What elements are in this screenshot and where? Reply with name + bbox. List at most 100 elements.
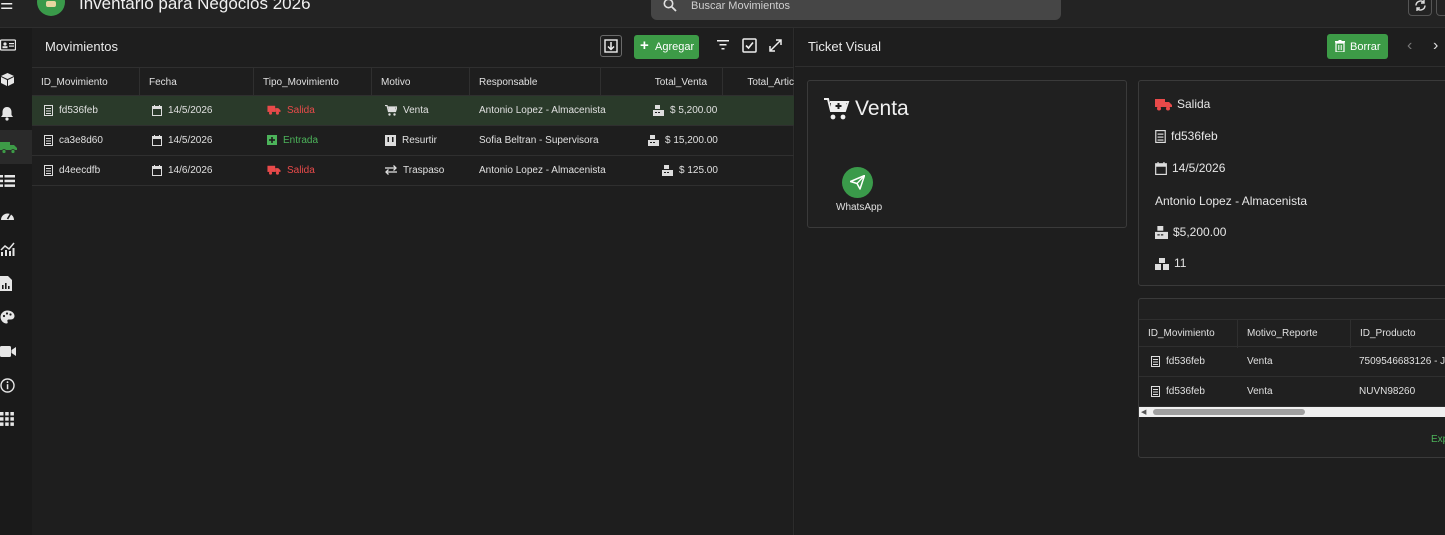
sidebar-item-contacts[interactable]: [0, 28, 32, 62]
cell-id: ca3e8d60: [59, 135, 103, 146]
refresh-button[interactable]: [1408, 0, 1432, 16]
panel-title: Movimientos: [45, 39, 118, 54]
sidebar-item-products[interactable]: [0, 62, 32, 96]
cell-responsable: Antonio Lopez - Almacenista: [479, 105, 606, 116]
chevron-left-icon[interactable]: ‹: [1407, 37, 1412, 55]
sidebar-item-apps[interactable]: [0, 402, 32, 436]
cell-motivo: Resurtir: [402, 135, 438, 146]
info-fecha: 14/5/2026: [1172, 161, 1226, 175]
chevron-right-icon[interactable]: ›: [1433, 37, 1438, 55]
plus-square-icon: [267, 135, 277, 146]
table-row[interactable]: ca3e8d60 14/5/2026 Entrada Resurtir Sofi…: [32, 126, 794, 156]
boxes-icon: [1155, 257, 1169, 270]
top-bar: ☰ Inventario para Negocios 2026 Buscar M…: [0, 0, 1445, 28]
delete-label: Borrar: [1350, 41, 1381, 53]
sidebar-item-analytics[interactable]: [0, 232, 32, 266]
cell-motivo: Venta: [1247, 356, 1273, 367]
cell-fecha: 14/6/2026: [168, 165, 213, 176]
box-icon: [1, 72, 14, 86]
document-icon: [44, 164, 53, 176]
send-icon: [850, 175, 865, 190]
column-header[interactable]: Fecha: [140, 68, 254, 97]
cell-tipo: Salida: [287, 105, 315, 116]
info-tipo: Salida: [1177, 97, 1211, 111]
whatsapp-button[interactable]: [842, 167, 873, 198]
calendar-icon: [152, 134, 162, 146]
column-header[interactable]: ID_Movimiento: [32, 68, 140, 97]
table-row[interactable]: d4eecdfb 14/6/2026 Salida Traspaso Anton…: [32, 156, 794, 186]
venta-title: Venta: [855, 97, 909, 120]
select-all-icon[interactable]: [742, 38, 757, 53]
sidebar-item-info[interactable]: [0, 368, 32, 402]
column-header[interactable]: Responsable: [470, 68, 601, 97]
info-articulos: 11: [1174, 256, 1187, 270]
movimientos-panel: Movimientos + Agregar ID_Movimiento Fech…: [32, 28, 794, 535]
cell-id: d4eecdfb: [59, 165, 101, 176]
column-header[interactable]: Motivo_Reporte: [1238, 320, 1351, 348]
sidebar-item-alerts[interactable]: [0, 96, 32, 130]
column-header[interactable]: ID_Movimiento: [1139, 320, 1238, 348]
cell-total: $ 5,200.00: [670, 105, 718, 116]
register-icon: [648, 134, 659, 146]
video-icon: [0, 345, 16, 357]
menu-icon[interactable]: ☰: [0, 0, 14, 14]
column-header[interactable]: Total_Venta: [601, 68, 723, 97]
more-button[interactable]: [1436, 0, 1445, 16]
ticket-title: Ticket Visual: [808, 39, 881, 54]
gauge-icon: [1, 213, 14, 220]
cell-motivo: Traspaso: [403, 165, 445, 176]
search-input[interactable]: Buscar Movimientos: [691, 0, 790, 12]
truck-icon: [0, 141, 17, 154]
filter-icon[interactable]: [717, 40, 729, 50]
export-link[interactable]: Exp: [1431, 434, 1445, 445]
truck-icon: [1155, 99, 1172, 111]
table-row[interactable]: fd536feb 14/5/2026 Salida Venta Antonio …: [32, 96, 794, 126]
expand-icon[interactable]: [768, 38, 783, 53]
sidebar-item-video[interactable]: [0, 334, 32, 368]
cell-motivo: Venta: [1247, 386, 1273, 397]
scroll-left-icon[interactable]: ◀: [1141, 408, 1146, 416]
ticket-info-card: Salida fd536feb 14/5/2026 Antonio Lopez …: [1138, 80, 1445, 286]
detail-table-card: ID_Movimiento Motivo_Reporte ID_Producto…: [1138, 298, 1445, 458]
column-header[interactable]: ID_Producto: [1351, 320, 1445, 348]
table-row[interactable]: fd536feb Venta 7509546683126 - Jal: [1139, 347, 1445, 377]
info-icon: [0, 377, 15, 393]
search-bar[interactable]: Buscar Movimientos: [651, 0, 1061, 20]
table-row[interactable]: fd536feb Venta NUVN98260: [1139, 377, 1445, 407]
sidebar-item-dashboard[interactable]: [0, 198, 32, 232]
add-button[interactable]: + Agregar: [634, 35, 699, 59]
report-icon: [0, 275, 12, 291]
delete-button[interactable]: Borrar: [1327, 34, 1388, 59]
sidebar-item-movements[interactable]: [0, 130, 32, 164]
document-icon: [44, 104, 53, 116]
horizontal-scrollbar[interactable]: ◀: [1139, 407, 1445, 417]
cell-responsable: Sofia Beltran - Supervisora: [479, 135, 599, 146]
column-header[interactable]: Total_Artic: [723, 68, 794, 97]
register-icon: [662, 164, 673, 176]
cell-id: fd536feb: [1166, 356, 1205, 367]
cell-tipo: Entrada: [283, 135, 319, 146]
scrollbar-thumb[interactable]: [1153, 409, 1305, 415]
download-icon: [604, 39, 618, 53]
app-logo: [37, 0, 65, 16]
sidebar-item-lists[interactable]: [0, 164, 32, 198]
document-icon: [44, 134, 53, 146]
calendar-icon: [152, 164, 162, 176]
register-icon: [1155, 226, 1168, 240]
cell-producto: NUVN98260: [1359, 386, 1416, 397]
cart-icon: [385, 104, 397, 116]
calendar-icon: [152, 104, 162, 116]
download-button[interactable]: [600, 35, 622, 57]
search-icon: [663, 0, 677, 12]
table-header: ID_Movimiento Fecha Tipo_Movimiento Moti…: [32, 67, 794, 97]
sidebar-item-reports[interactable]: [0, 266, 32, 300]
bell-icon: [1, 106, 13, 121]
cart-plus-icon: [824, 98, 850, 120]
cell-fecha: 14/5/2026: [168, 135, 213, 146]
palette-icon: [0, 310, 15, 324]
sidebar-item-themes[interactable]: [0, 300, 32, 334]
column-header[interactable]: Tipo_Movimiento: [254, 68, 372, 97]
column-header[interactable]: Motivo: [372, 68, 470, 97]
document-icon: [1151, 385, 1160, 397]
chart-icon: [0, 242, 15, 256]
